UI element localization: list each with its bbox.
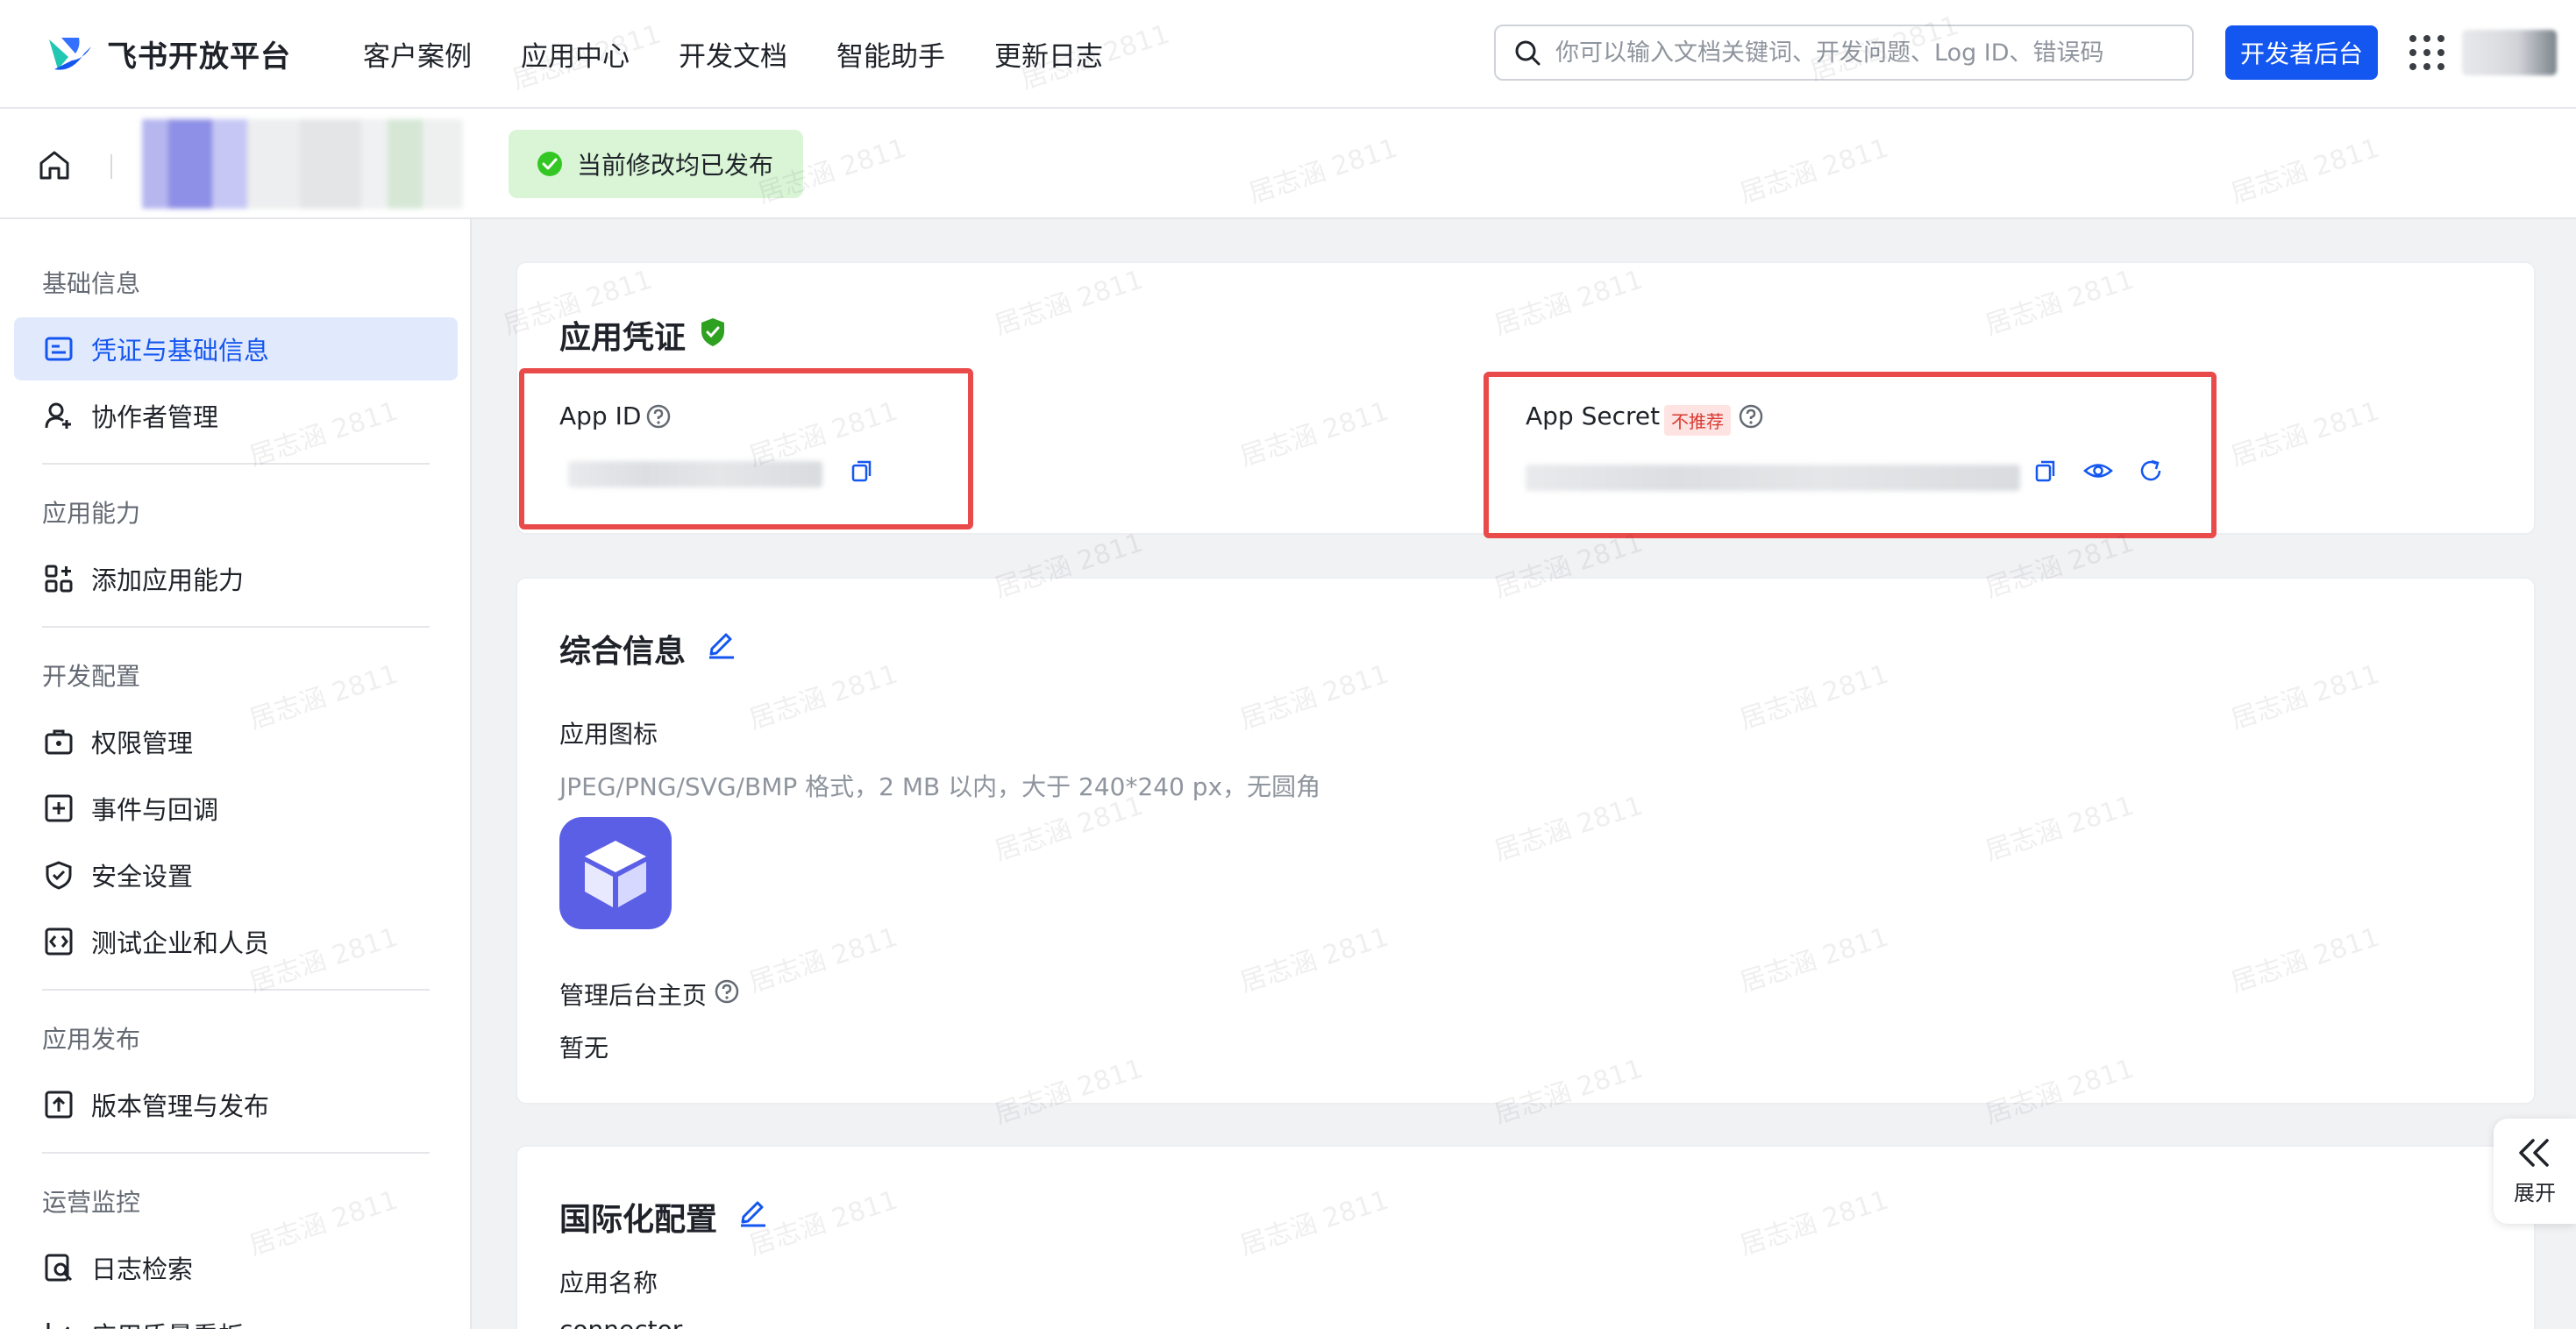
highlight-box-app-secret (1484, 372, 2217, 538)
main-nav: 客户案例 应用中心 开发文档 智能助手 更新日志 (363, 34, 1152, 74)
nav-changelog[interactable]: 更新日志 (994, 34, 1103, 74)
nav-ai-assistant[interactable]: 智能助手 (836, 34, 945, 74)
briefcase-lock-icon (42, 725, 75, 758)
app-icon-hint: JPEG/PNG/SVG/BMP 格式，2 MB 以内，大于 240*240 p… (559, 772, 1321, 801)
apps-grid-icon[interactable] (2409, 35, 2444, 70)
help-icon[interactable] (714, 978, 740, 1005)
nav-customer-cases[interactable]: 客户案例 (363, 34, 472, 74)
sidebar-item-permissions[interactable]: 权限管理 (14, 710, 458, 773)
credential-icon (42, 332, 75, 366)
publish-status-text: 当前修改均已发布 (577, 151, 774, 180)
i18n-title: 国际化配置 (559, 1202, 718, 1238)
sidebar: 基础信息 凭证与基础信息 协作者管理 应用能力 添加应用能力 开发配置 权限管理… (0, 219, 472, 1329)
expand-label: 展开 (2514, 1180, 2556, 1205)
divider (42, 989, 430, 991)
sidebar-section-release: 应用发布 (42, 1025, 141, 1054)
app-header: 当前修改均已发布 (0, 109, 2576, 219)
sidebar-item-label: 协作者管理 (91, 402, 219, 432)
expand-panel-button[interactable]: 展开 (2494, 1119, 2576, 1224)
feishu-logo-icon (49, 38, 91, 70)
sidebar-item-label: 凭证与基础信息 (91, 336, 270, 366)
nav-dev-docs[interactable]: 开发文档 (679, 34, 787, 74)
double-chevron-left-icon (2519, 1138, 2549, 1167)
admin-home-label: 管理后台主页 (559, 981, 708, 1010)
event-plus-icon (42, 792, 75, 825)
sidebar-item-label: 测试企业和人员 (91, 928, 270, 958)
publish-status-badge: 当前修改均已发布 (509, 130, 803, 198)
edit-icon[interactable] (738, 1196, 768, 1227)
upload-box-icon (42, 1088, 75, 1121)
brand[interactable]: 飞书开放平台 (46, 32, 291, 75)
sidebar-section-capabilities: 应用能力 (42, 499, 141, 528)
apps-add-icon (42, 562, 75, 595)
admin-home-value: 暂无 (559, 1034, 609, 1062)
sidebar-item-log-search[interactable]: 日志检索 (14, 1236, 458, 1299)
app-avatar-blurred[interactable] (142, 119, 463, 209)
sidebar-item-collaborators[interactable]: 协作者管理 (14, 384, 458, 447)
user-add-icon (42, 399, 75, 432)
divider (42, 463, 430, 465)
sidebar-item-label: 版本管理与发布 (91, 1091, 270, 1121)
sidebar-item-test-tenants[interactable]: 测试企业和人员 (14, 910, 458, 973)
home-icon[interactable] (37, 147, 72, 182)
sidebar-item-credentials[interactable]: 凭证与基础信息 (14, 317, 458, 380)
search-icon (1515, 40, 1541, 66)
log-search-icon (42, 1251, 75, 1284)
sidebar-item-label: 日志检索 (91, 1254, 194, 1284)
cube-icon (585, 841, 646, 907)
app-icon-image[interactable] (559, 817, 672, 929)
sidebar-item-label: 添加应用能力 (91, 565, 245, 595)
edit-icon[interactable] (707, 628, 737, 659)
sidebar-item-quality-dashboard[interactable]: 应用质量看板 (14, 1303, 458, 1329)
avatar[interactable] (2462, 30, 2557, 75)
sidebar-item-versions[interactable]: 版本管理与发布 (14, 1073, 458, 1136)
divider (110, 154, 112, 179)
code-box-icon (42, 925, 75, 958)
highlight-box-app-id (519, 368, 973, 529)
shield-check-icon (42, 858, 75, 892)
app-name-value: connector (559, 1315, 682, 1329)
divider (42, 1152, 430, 1154)
sidebar-item-label: 事件与回调 (91, 795, 219, 825)
sidebar-item-add-capability[interactable]: 添加应用能力 (14, 547, 458, 610)
verified-shield-icon (701, 318, 724, 346)
search-box[interactable] (1494, 25, 2194, 81)
i18n-card: 国际化配置 应用名称 connector (516, 1145, 2536, 1329)
general-info-card: 综合信息 应用图标 JPEG/PNG/SVG/BMP 格式，2 MB 以内，大于… (516, 577, 2536, 1105)
check-circle-icon (537, 152, 562, 176)
nav-app-center[interactable]: 应用中心 (521, 34, 630, 74)
sidebar-item-label: 安全设置 (91, 862, 194, 892)
sidebar-item-events[interactable]: 事件与回调 (14, 777, 458, 840)
chart-icon (42, 1318, 75, 1329)
credentials-title: 应用凭证 (559, 320, 687, 356)
sidebar-item-security[interactable]: 安全设置 (14, 843, 458, 906)
sidebar-item-label: 应用质量看板 (91, 1316, 244, 1329)
divider (42, 626, 430, 628)
sidebar-section-monitoring: 运营监控 (42, 1188, 141, 1217)
sidebar-section-dev-config: 开发配置 (42, 662, 141, 691)
sidebar-item-label: 权限管理 (91, 728, 194, 758)
top-navbar: 飞书开放平台 客户案例 应用中心 开发文档 智能助手 更新日志 开发者后台 (0, 0, 2576, 109)
developer-console-button[interactable]: 开发者后台 (2225, 25, 2378, 80)
sidebar-section-basic: 基础信息 (42, 269, 141, 298)
general-info-title: 综合信息 (559, 634, 687, 670)
brand-name: 飞书开放平台 (107, 39, 291, 75)
app-icon-label: 应用图标 (559, 720, 658, 749)
search-input[interactable] (1555, 39, 2169, 67)
app-name-label: 应用名称 (559, 1269, 658, 1297)
